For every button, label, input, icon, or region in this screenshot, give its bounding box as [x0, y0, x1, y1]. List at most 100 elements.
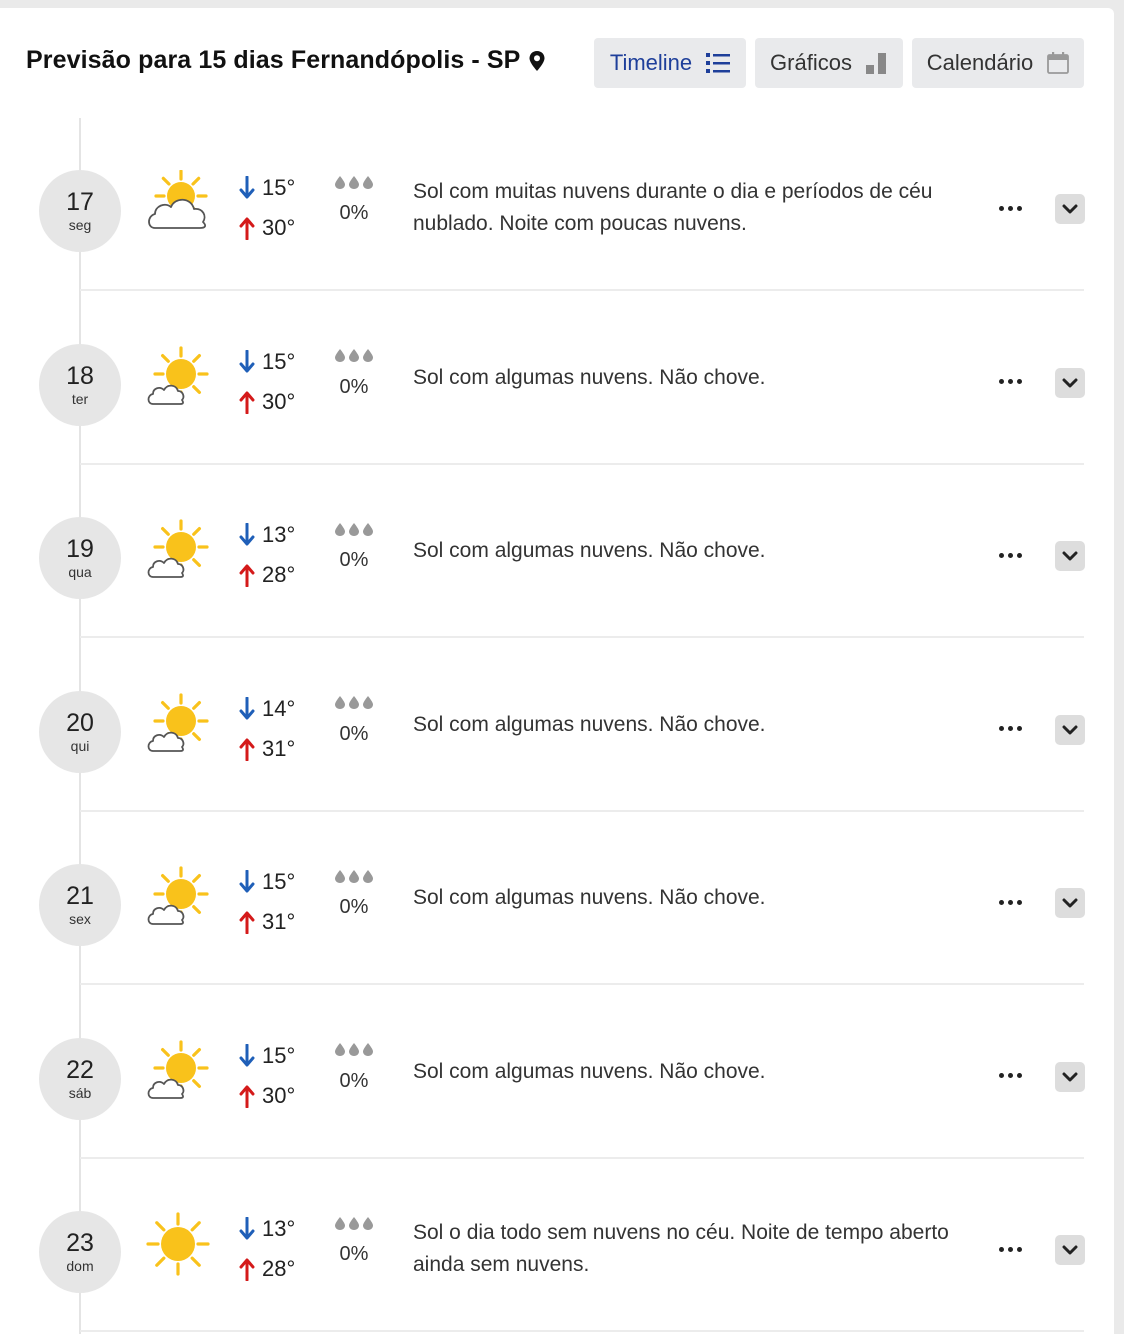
more-options-button[interactable]	[990, 1234, 1030, 1264]
temp-min: 14°	[262, 695, 296, 721]
forecast-header: Previsão para 15 dias Fernandópolis - SP…	[0, 8, 1114, 108]
date-weekday: dom	[66, 1258, 94, 1274]
date-day: 21	[66, 882, 94, 910]
date-weekday: qua	[68, 564, 92, 580]
more-options-button[interactable]	[990, 540, 1030, 570]
arrow-down-icon	[239, 1217, 255, 1240]
day-row-22[interactable]: 22 sáb 15° 30° 0% Sol com algumas nuvens…	[0, 986, 1114, 1159]
expand-button[interactable]	[1055, 888, 1085, 918]
more-options-button[interactable]	[990, 367, 1030, 397]
expand-button[interactable]	[1055, 714, 1085, 745]
temp-max: 28°	[262, 1256, 296, 1281]
calendario-view-button[interactable]: Calendário	[912, 38, 1084, 88]
temp-min-line: 15°	[238, 862, 295, 902]
sun-small-cloud-icon	[145, 1038, 211, 1104]
forecast-description: Sol com algumas nuvens. Não chove.	[413, 886, 766, 909]
temp-max-line: 31°	[238, 729, 295, 769]
arrow-up-icon	[239, 911, 255, 934]
arrow-up-icon	[239, 391, 255, 414]
sun-small-cloud-icon	[145, 517, 211, 583]
day-row-17[interactable]: 17 seg 15° 30° 0% Sol com muitas nuvens …	[0, 118, 1114, 291]
temp-max: 30°	[262, 215, 296, 240]
expand-button[interactable]	[1055, 1061, 1085, 1092]
temp-min: 13°	[262, 1216, 296, 1241]
sun-small-cloud-icon	[145, 864, 211, 930]
chevron-down-icon	[1062, 898, 1078, 908]
page-title-text: Previsão para 15 dias Fernandópolis - SP	[26, 46, 521, 74]
sun-small-cloud-icon	[145, 344, 211, 410]
expand-button[interactable]	[1055, 1235, 1085, 1265]
arrow-up-icon	[239, 1258, 255, 1281]
chevron-down-icon	[1062, 725, 1078, 734]
raindrops-icon	[332, 170, 376, 194]
chevron-down-icon	[1062, 1245, 1078, 1255]
temp-max-line: 30°	[238, 382, 295, 422]
temp-max: 31°	[262, 909, 296, 934]
rain-chance: 0%	[332, 344, 376, 399]
temp-min-line: 15°	[238, 168, 295, 208]
rain-percent: 0%	[339, 1243, 369, 1265]
date-day: 22	[66, 1055, 94, 1084]
day-row-21[interactable]: 21 sex 15° 31° 0% Sol com algumas nuvens…	[0, 812, 1114, 985]
more-options-button[interactable]	[990, 887, 1030, 917]
day-row-23[interactable]: 23 dom 13° 28° 0% Sol o dia todo sem nuv…	[0, 1159, 1114, 1332]
arrow-down-icon	[239, 349, 255, 372]
raindrops-icon	[332, 1038, 376, 1062]
timeline-view-button[interactable]: Timeline	[594, 38, 746, 88]
date-badge: 18 ter	[39, 343, 121, 426]
arrow-up-icon	[239, 217, 255, 240]
temperatures: 15° 30°	[238, 342, 295, 422]
temperatures: 15° 30°	[238, 1036, 295, 1116]
chevron-down-icon	[1062, 1072, 1078, 1081]
temp-max-line: 30°	[238, 208, 295, 248]
date-day: 20	[66, 708, 94, 737]
chevron-down-icon	[1062, 378, 1078, 387]
temp-max-line: 31°	[238, 902, 295, 942]
date-weekday: qui	[70, 737, 90, 754]
day-row-19[interactable]: 19 qua 13° 28° 0% Sol com algumas nuvens…	[0, 465, 1114, 638]
expand-button[interactable]	[1055, 367, 1085, 398]
date-badge: 17 seg	[39, 170, 121, 252]
temp-max-line: 28°	[238, 1249, 295, 1289]
page-title: Previsão para 15 dias Fernandópolis - SP	[26, 46, 546, 75]
arrow-up-icon	[239, 1085, 255, 1108]
temp-max-line: 28°	[238, 555, 295, 595]
more-options-button[interactable]	[990, 1061, 1030, 1091]
timeline-view-label: Timeline	[609, 50, 693, 75]
forecast-description: Sol com muitas nuvens durante o dia e pe…	[413, 180, 933, 235]
more-options-button[interactable]	[990, 714, 1030, 744]
forecast-description: Sol com algumas nuvens. Não chove.	[413, 712, 766, 736]
raindrops-icon	[332, 344, 376, 368]
list-icon	[706, 53, 731, 73]
expand-button[interactable]	[1055, 541, 1085, 571]
more-options-button[interactable]	[990, 193, 1030, 223]
graficos-view-button[interactable]: Gráficos	[755, 38, 903, 88]
date-day: 19	[66, 535, 94, 563]
calendario-view-label: Calendário	[926, 50, 1034, 75]
graficos-view-label: Gráficos	[770, 50, 852, 75]
arrow-down-icon	[239, 523, 255, 546]
sun-small-cloud-icon	[145, 691, 211, 757]
temp-min: 15°	[262, 869, 296, 894]
day-row-20[interactable]: 20 qui 14° 31° 0% Sol com algumas nuvens…	[0, 639, 1114, 812]
rain-chance: 0%	[332, 691, 376, 746]
temp-min: 15°	[262, 1042, 296, 1068]
date-weekday: ter	[71, 390, 89, 407]
date-badge: 22 sáb	[39, 1037, 121, 1120]
rain-percent: 0%	[339, 202, 369, 224]
expand-button[interactable]	[1055, 194, 1085, 224]
temperatures: 13° 28°	[238, 515, 295, 595]
row-divider	[80, 1330, 1084, 1332]
date-badge: 19 qua	[39, 517, 121, 599]
raindrops-icon	[332, 517, 376, 541]
forecast-description: Sol com algumas nuvens. Não chove.	[413, 539, 766, 562]
rain-chance: 0%	[332, 517, 376, 572]
day-row-18[interactable]: 18 ter 15° 30° 0% Sol com algumas nuvens…	[0, 292, 1114, 465]
temp-min-line: 15°	[238, 342, 295, 382]
temp-max: 30°	[262, 388, 296, 414]
temperatures: 13° 28°	[238, 1209, 295, 1289]
map-pin-icon[interactable]	[528, 50, 546, 72]
forecast-description: Sol o dia todo sem nuvens no céu. Noite …	[413, 1221, 949, 1276]
forecast-card: Previsão para 15 dias Fernandópolis - SP…	[0, 8, 1114, 1334]
temp-max-line: 30°	[238, 1076, 295, 1116]
